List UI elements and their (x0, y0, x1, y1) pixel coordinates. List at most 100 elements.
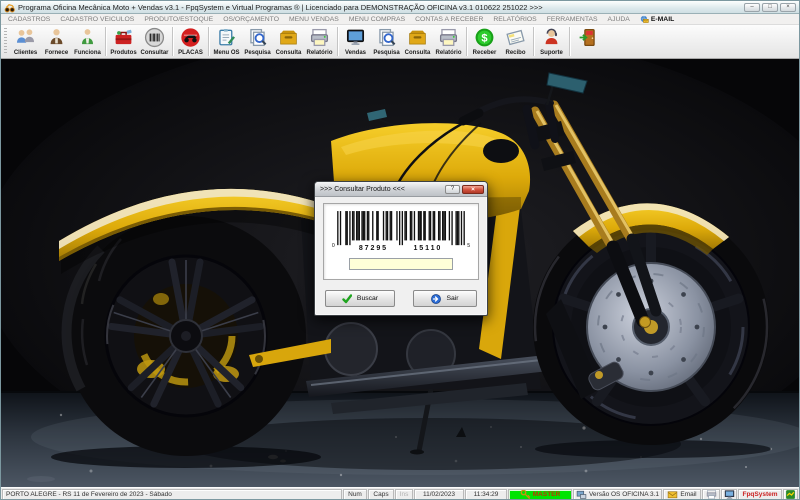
menu-item-menu-vendas[interactable]: MENU VENDAS (284, 16, 344, 23)
status-segment-label: 11/02/2023 (422, 491, 456, 498)
status-segment-label: PORTO ALEGRE - RS 11 de Fevereiro de 202… (6, 491, 172, 498)
status-printer-sm (702, 489, 720, 499)
toolbar-group: PLACAS (175, 26, 206, 57)
menu-item-label: RELATÓRIOS (493, 15, 537, 23)
status-ins: Ins (395, 489, 413, 499)
toolbar-group: Produtos Consultar (108, 26, 170, 57)
toolbar-exit-door-button[interactable] (572, 26, 603, 57)
toolbar-button-label: Consultar (140, 50, 169, 56)
toolbar-separator (172, 27, 173, 56)
menu-item-label: E-MAIL (650, 15, 675, 23)
menu-item-relat-rios[interactable]: RELATÓRIOS (488, 16, 541, 23)
front-wheel (533, 209, 769, 445)
menu-item-cadastro-veiculos[interactable]: CADASTRO VEICULOS (55, 16, 139, 23)
menu-item-ferramentas[interactable]: FERRAMENTAS (542, 16, 603, 23)
toolbar-produtos-button[interactable]: Produtos (108, 26, 139, 57)
status-monitor-sm (721, 489, 737, 499)
toolbar-relat-rio-button[interactable]: Relatório (304, 26, 335, 57)
menu-item-contas-a-receber[interactable]: CONTAS A RECEBER (410, 16, 488, 23)
window-titlebar[interactable]: Programa Oficina Mecânica Moto + Vendas … (1, 1, 799, 14)
dialog-close-button[interactable]: × (462, 184, 484, 194)
toolbar-consulta-button[interactable]: Consulta (273, 26, 304, 57)
toolbar-vendas-button[interactable]: Vendas (340, 26, 371, 57)
toolbar-consulta-button[interactable]: Consulta (402, 26, 433, 57)
status-vers-o-os-oficina-3-1: Versão OS OFICINA 3.1 (573, 489, 662, 499)
toolbar-fornece-button[interactable]: Fornece (41, 26, 72, 57)
sair-button[interactable]: Sair (413, 290, 477, 307)
menu-item-label: CONTAS A RECEBER (415, 15, 484, 23)
dollar-icon: $ (474, 27, 495, 48)
maximize-button[interactable]: □ (762, 2, 778, 12)
svg-text:87295: 87295 (359, 244, 388, 252)
toolbar-recibo-button[interactable]: Recibo (500, 26, 531, 57)
svg-text:15110: 15110 (413, 244, 442, 252)
toolbar-pesquisa-button[interactable]: Pesquisa (371, 26, 402, 57)
mail-icon (667, 490, 678, 499)
menu-item-cadastros[interactable]: CADASTROS (3, 16, 55, 23)
barcode-image: 0 87295 15110 5 (330, 208, 472, 252)
status-bar: PORTO ALEGRE - RS 11 de Fevereiro de 202… (1, 487, 799, 499)
buscar-button[interactable]: Buscar (325, 290, 395, 307)
check-icon (342, 293, 352, 304)
barcode-circle-icon (144, 27, 165, 48)
menu-item-label: OS/ORÇAMENTO (223, 15, 279, 23)
status-segment-label: Num (348, 491, 362, 498)
close-button[interactable]: × (780, 2, 796, 12)
menu-item-label: CADASTROS (8, 15, 51, 23)
toolbar-button-label: Produtos (110, 50, 137, 56)
toolbar-group: Clientes Fornece Funciona (10, 26, 103, 57)
status-segment-label: Ins (399, 491, 409, 498)
svg-text:0: 0 (332, 243, 335, 249)
minimize-button[interactable]: – (744, 2, 760, 12)
svg-text:$: $ (481, 32, 488, 44)
toolbar-button-label: Suporte (540, 50, 563, 56)
menu-item-produto-estoque[interactable]: PRODUTO/ESTOQUE (139, 16, 218, 23)
toolbar-button-label: Fornece (44, 50, 69, 56)
toolbar: Clientes Fornece Funciona Produtos Consultar… (1, 25, 799, 59)
clipboard-icon (216, 27, 237, 48)
menu-item-label: CADASTRO VEICULOS (60, 15, 135, 23)
toolbar-funciona-button[interactable]: Funciona (72, 26, 103, 57)
toolbar-placas-button[interactable]: PLACAS (175, 26, 206, 57)
toolbar-pesquisa-button[interactable]: Pesquisa (242, 26, 273, 57)
toolbar-group (572, 26, 603, 57)
toolbar-button-label: Pesquisa (373, 50, 400, 56)
menu-item-e-mail[interactable]: E-MAIL (635, 15, 679, 24)
toolbar-relat-rio-button[interactable]: Relatório (433, 26, 464, 57)
application-window: Programa Oficina Mecânica Moto + Vendas … (0, 0, 800, 500)
toolbar-clientes-button[interactable]: Clientes (10, 26, 41, 57)
dialog-titlebar[interactable]: >>> Consultar Produto <<< ? × (315, 182, 487, 197)
supplier-icon (46, 27, 67, 48)
toolbar-consultar-button[interactable]: Consultar (139, 26, 170, 57)
status-segment-label: FpqSystem (742, 491, 778, 498)
key-icon (520, 490, 531, 499)
toolbar-receber-button[interactable]: $ Receber (469, 26, 500, 57)
sair-label: Sair (446, 295, 459, 302)
menu-item-menu-compras[interactable]: MENU COMPRAS (344, 16, 410, 23)
toolbar-button-label: Pesquisa (244, 50, 271, 56)
product-code-input[interactable] (349, 258, 453, 270)
toolbar-group: Suporte (536, 26, 567, 57)
printer-icon (438, 27, 459, 48)
search-docs-icon (247, 27, 268, 48)
toolbar-suporte-button[interactable]: Suporte (536, 26, 567, 57)
dialog-help-button[interactable]: ? (445, 184, 460, 194)
toolbar-button-label: Relatório (435, 50, 462, 56)
arrow-icon (431, 293, 442, 304)
toolbox-icon (113, 27, 134, 48)
status-segment-label: Email (680, 491, 697, 498)
toolbar-button-label: Consulta (404, 50, 431, 56)
toolbar-separator (466, 27, 467, 56)
toolbar-separator (337, 27, 338, 56)
drawer-icon (278, 27, 299, 48)
consultar-produto-dialog: >>> Consultar Produto <<< ? × 0 87295 1511… (314, 181, 488, 316)
pc-icon (576, 490, 587, 499)
menu-item-ajuda[interactable]: AJUDA (603, 16, 635, 23)
toolbar-separator (569, 27, 570, 56)
email-globe-icon (640, 15, 649, 24)
toolbar-menu-os-button[interactable]: Menu OS (211, 26, 242, 57)
toolbar-grip[interactable] (4, 28, 7, 55)
printer-sm-icon (706, 490, 717, 499)
menu-item-os-or-amento[interactable]: OS/ORÇAMENTO (218, 16, 284, 23)
toolbar-button-label: Recibo (505, 50, 526, 56)
